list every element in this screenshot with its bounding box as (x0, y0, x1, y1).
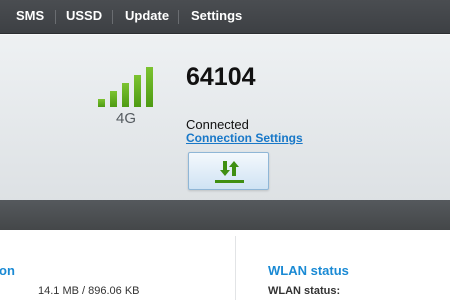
connect-toggle-button[interactable] (188, 152, 269, 190)
network-type-label: 4G (116, 110, 137, 127)
signal-bar (134, 75, 141, 107)
section-title-connection: on (0, 263, 15, 278)
traffic-value: 14.1 MB / 896.06 KB (38, 285, 140, 297)
up-down-arrows-icon (215, 161, 244, 183)
nav-item-sms[interactable]: SMS (16, 0, 44, 33)
wlan-status-label: WLAN status: (268, 285, 341, 297)
signal-bar (98, 99, 105, 107)
signal-strength-icon (98, 65, 158, 107)
top-navigation-bar: SMS USSD Update Settings (0, 0, 450, 34)
connection-status-panel: 4G 64104 Connected Connection Settings (0, 34, 450, 201)
column-divider (235, 236, 236, 300)
section-divider-band (0, 200, 450, 230)
signal-bar (122, 83, 129, 107)
nav-separator (112, 10, 113, 24)
nav-separator (55, 10, 56, 24)
signal-bar (110, 91, 117, 107)
router-dashboard: SMS USSD Update Settings 4G 64104 Connec… (0, 0, 450, 300)
nav-item-settings[interactable]: Settings (191, 0, 242, 33)
connection-settings-link[interactable]: Connection Settings (186, 131, 303, 145)
operator-code: 64104 (186, 63, 256, 91)
section-title-wlan-status: WLAN status (268, 263, 349, 278)
info-section: on 14.1 MB / 896.06 KB WLAN status WLAN … (0, 230, 450, 300)
nav-item-ussd[interactable]: USSD (66, 0, 102, 33)
connection-state-text: Connected (186, 117, 249, 132)
nav-separator (178, 10, 179, 24)
signal-bar (146, 67, 153, 107)
nav-item-update[interactable]: Update (125, 0, 169, 33)
